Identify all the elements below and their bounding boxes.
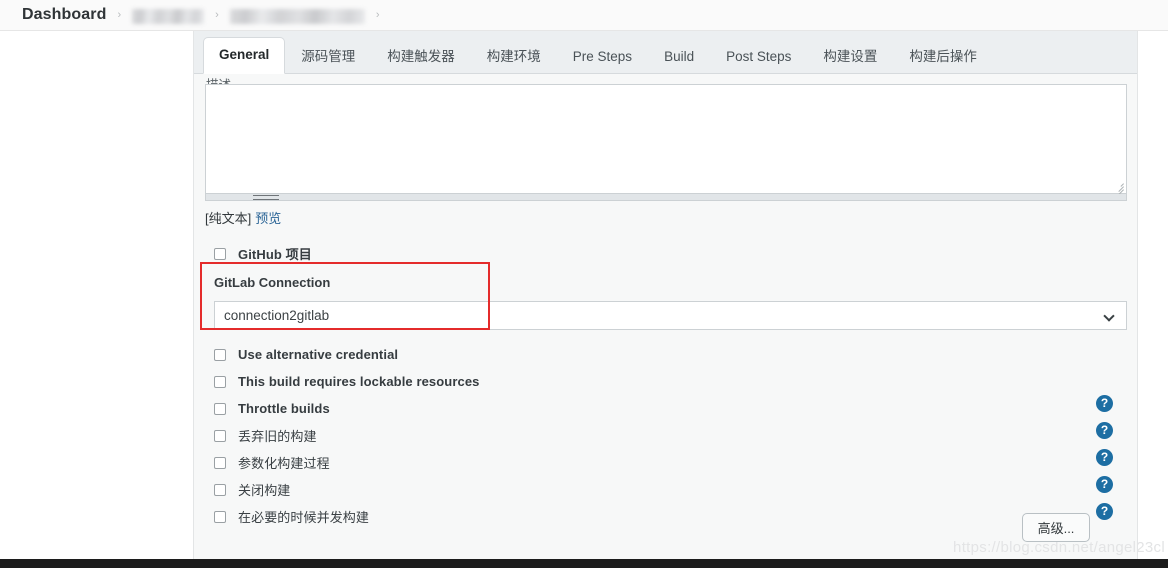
preview-link[interactable]: 预览 [255, 211, 281, 226]
checkbox-label-github-project: GitHub 项目 [238, 247, 312, 262]
tab-source-code-management[interactable]: 源码管理 [285, 40, 371, 74]
textarea-drag-handle[interactable] [205, 194, 1127, 201]
checkbox-label-lockable-resources: This build requires lockable resources [238, 374, 480, 389]
general-form: 描述 [纯文本] 预览 GitHub 项目 GitLab Connection c… [194, 78, 1137, 530]
checkbox-label-discard-old-builds: 丢弃旧的构建 [238, 429, 317, 444]
breadcrumb-item-dashboard[interactable]: Dashboard [22, 6, 106, 24]
checkbox-row-lockable-resources[interactable]: This build requires lockable resources [205, 368, 1126, 395]
checkbox-row-parameterized-build[interactable]: 参数化构建过程 [205, 449, 1126, 476]
checkbox-discard-old-builds[interactable] [214, 429, 226, 442]
breadcrumb-item-redacted-2[interactable] [229, 8, 365, 24]
description-format-row: [纯文本] 预览 [205, 210, 1126, 228]
tab-pre-steps[interactable]: Pre Steps [557, 40, 648, 74]
help-icon-throttle-builds[interactable]: ? [1096, 395, 1113, 412]
help-icon-concurrent-builds[interactable]: ? [1096, 503, 1113, 520]
config-tab-bar: General 源码管理 构建触发器 构建环境 Pre Steps Build … [194, 31, 1137, 74]
job-config-panel: General 源码管理 构建触发器 构建环境 Pre Steps Build … [193, 31, 1138, 559]
breadcrumb-item-redacted-1[interactable] [132, 8, 205, 24]
help-icon-discard-old-builds[interactable]: ? [1096, 422, 1113, 439]
checkbox-label-disable-build: 关闭构建 [238, 483, 291, 498]
chevron-right-icon: › [375, 8, 380, 21]
checkbox-label-concurrent-builds: 在必要的时候并发构建 [238, 510, 370, 525]
help-icon-disable-build[interactable]: ? [1096, 476, 1113, 493]
checkbox-label-parameterized-build: 参数化构建过程 [238, 456, 330, 471]
drag-handle-icon [253, 195, 279, 200]
tab-general[interactable]: General [203, 37, 286, 74]
checkbox-row-disable-build[interactable]: 关闭构建 [205, 476, 1126, 503]
checkbox-throttle-builds[interactable] [214, 402, 226, 415]
textarea-resize-grip-icon[interactable] [1112, 179, 1125, 198]
tab-post-steps[interactable]: Post Steps [710, 40, 807, 74]
checkbox-row-discard-old-builds[interactable]: 丢弃旧的构建 [205, 422, 1126, 449]
help-icon-column: ? ? ? ? ? [1096, 395, 1113, 530]
checkbox-concurrent-builds[interactable] [214, 510, 226, 523]
gitlab-connection-label: GitLab Connection [214, 275, 331, 290]
tab-build[interactable]: Build [648, 40, 710, 74]
checkbox-row-throttle-builds[interactable]: Throttle builds [205, 395, 1126, 422]
chevron-down-icon[interactable] [1105, 312, 1114, 318]
checkbox-use-alternative-credential[interactable] [214, 348, 226, 361]
checkbox-row-concurrent-builds[interactable]: 在必要的时候并发构建 [205, 503, 1126, 530]
description-textarea[interactable] [205, 84, 1127, 198]
checkbox-row-use-alternative-credential[interactable]: Use alternative credential [205, 341, 1126, 368]
checkbox-row-github-project[interactable]: GitHub 项目 [205, 240, 1126, 267]
checkbox-disable-build[interactable] [214, 483, 226, 496]
checkbox-lockable-resources[interactable] [214, 375, 226, 388]
breadcrumb-bar: Dashboard › › › [0, 0, 1168, 31]
help-icon-parameterized-build[interactable]: ? [1096, 449, 1113, 466]
tab-post-build-actions[interactable]: 构建后操作 [893, 40, 993, 74]
checkbox-parameterized-build[interactable] [214, 456, 226, 469]
build-options-checkbox-list: Use alternative credential This build re… [205, 341, 1126, 530]
plain-text-label: [纯文本] [205, 211, 252, 226]
gitlab-connection-selected-value: connection2gitlab [224, 308, 330, 323]
tab-build-settings[interactable]: 构建设置 [807, 40, 893, 74]
checkbox-label-throttle-builds: Throttle builds [238, 401, 330, 416]
checkbox-github-project[interactable] [214, 247, 226, 260]
bottom-dark-bar [0, 559, 1168, 568]
chevron-right-icon: › [117, 8, 122, 21]
chevron-right-icon: › [215, 8, 219, 21]
tab-build-triggers[interactable]: 构建触发器 [371, 40, 471, 74]
tab-build-environment[interactable]: 构建环境 [471, 40, 557, 74]
advanced-button[interactable]: 高级... [1022, 513, 1090, 542]
gitlab-connection-select[interactable]: connection2gitlab [214, 301, 1127, 330]
checkbox-label-use-alternative-credential: Use alternative credential [238, 347, 399, 362]
